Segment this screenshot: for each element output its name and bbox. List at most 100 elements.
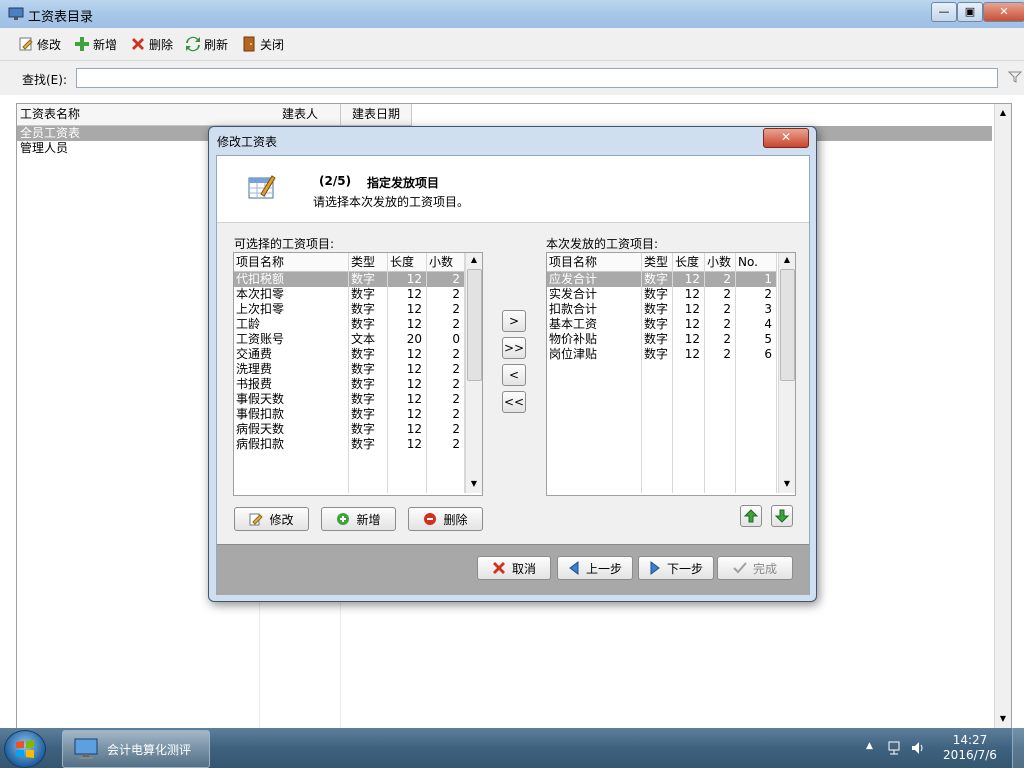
scroll-thumb[interactable] <box>467 269 482 381</box>
list-column-header[interactable]: No. <box>738 253 758 271</box>
list-column-header[interactable]: 类型 <box>644 253 668 271</box>
list-item[interactable]: 事假扣款 数字 12 2 <box>234 407 464 422</box>
selected-items-list[interactable]: 项目名称 类型 长度 小数 No. 应发合计 数字 12 2 1 实发合计 数字 12 2 2 扣款合计 数字 1… <box>546 252 796 496</box>
list-item[interactable]: 实发合计 数字 12 2 2 <box>547 287 776 302</box>
cancel-x-icon <box>492 562 505 574</box>
scroll-up-icon[interactable]: ▲ <box>779 255 795 264</box>
dialog-close-button[interactable]: ✕ <box>763 128 809 148</box>
dialog-body: (2/5) 指定发放项目 请选择本次发放的工资项目。 可选择的工资项目: 项目名… <box>216 155 810 595</box>
move-left-button[interactable]: < <box>502 364 526 386</box>
scroll-up-icon[interactable]: ▲ <box>995 108 1011 117</box>
list-scrollbar[interactable]: ▲ ▼ <box>778 253 795 493</box>
add-button[interactable]: 新增 <box>74 35 117 53</box>
close-tool-button[interactable]: 关闭 <box>241 35 284 53</box>
delete-label: 删除 <box>149 37 174 52</box>
list-item[interactable]: 扣款合计 数字 12 2 3 <box>547 302 776 317</box>
available-items-list[interactable]: 项目名称 类型 长度 小数 代扣税额 数字 12 2 本次扣零 数字 12 2 上次扣零 数字 12 2 工龄数… <box>233 252 483 496</box>
filter-icon[interactable] <box>1008 70 1022 84</box>
edit-button[interactable]: 修改 <box>18 35 61 53</box>
list-cell: 12 <box>406 437 422 451</box>
move-right-button[interactable]: > <box>502 310 526 332</box>
scroll-down-icon[interactable]: ▼ <box>466 479 482 488</box>
move-down-button[interactable] <box>771 505 793 527</box>
minimize-button[interactable]: — <box>931 2 957 22</box>
list-item[interactable]: 工资账号 文本 20 0 <box>234 332 464 347</box>
item-add-button[interactable]: 新增 <box>321 507 396 531</box>
list-cell: 病假天数 <box>236 422 285 436</box>
list-cell: 书报费 <box>236 377 273 391</box>
item-delete-button[interactable]: 删除 <box>408 507 483 531</box>
list-cell: 数字 <box>644 332 669 346</box>
search-input[interactable] <box>76 68 998 88</box>
refresh-button[interactable]: 刷新 <box>185 35 228 53</box>
list-item[interactable]: 应发合计 数字 12 2 1 <box>547 272 776 287</box>
list-column-header[interactable]: 项目名称 <box>549 253 597 271</box>
list-column-header[interactable]: 小数 <box>707 253 731 271</box>
plus-icon <box>75 37 89 51</box>
list-column-header[interactable]: 类型 <box>351 253 375 271</box>
triangle-right-icon <box>650 561 660 575</box>
start-button[interactable] <box>4 730 46 768</box>
column-divider <box>704 253 705 493</box>
list-column-header[interactable]: 长度 <box>675 253 699 271</box>
list-cell: 数字 <box>644 287 669 301</box>
list-item[interactable]: 岗位津贴 数字 12 2 6 <box>547 347 776 362</box>
list-cell: 5 <box>764 332 772 346</box>
list-cell: 2 <box>723 347 731 361</box>
next-step-button[interactable]: 下一步 <box>638 556 714 580</box>
move-up-button[interactable] <box>740 505 762 527</box>
wizard-subtitle: 请选择本次发放的工资项目。 <box>313 195 470 209</box>
item-delete-label: 删除 <box>443 512 468 527</box>
list-cell: 6 <box>764 347 772 361</box>
scroll-up-icon[interactable]: ▲ <box>466 255 482 264</box>
list-item[interactable]: 工龄 数字 12 2 <box>234 317 464 332</box>
scroll-down-icon[interactable]: ▼ <box>995 714 1011 723</box>
list-item[interactable]: 洗理费 数字 12 2 <box>234 362 464 377</box>
column-header-date[interactable]: 建表日期 <box>341 104 412 126</box>
vertical-scrollbar[interactable]: ▲ ▼ <box>994 104 1011 729</box>
taskbar-app-item[interactable]: 会计电算化测评 <box>62 730 210 768</box>
move-all-left-button[interactable]: << <box>502 391 526 413</box>
list-column-header[interactable]: 长度 <box>390 253 414 271</box>
network-icon[interactable] <box>886 740 902 756</box>
list-cell: 20 <box>406 332 422 346</box>
finish-button[interactable]: 完成 <box>717 556 793 580</box>
list-item[interactable]: 代扣税额 数字 12 2 <box>234 272 464 287</box>
taskbar-clock[interactable]: 14:27 2016/7/6 <box>940 733 1000 763</box>
window-titlebar: 工资表目录 — ▣ ✕ <box>0 0 1024 29</box>
list-cell: 数字 <box>351 272 376 286</box>
list-cell: 物价补贴 <box>549 332 598 346</box>
cancel-button[interactable]: 取消 <box>477 556 551 580</box>
list-item[interactable]: 上次扣零 数字 12 2 <box>234 302 464 317</box>
move-all-right-button[interactable]: >> <box>502 337 526 359</box>
list-item[interactable]: 书报费 数字 12 2 <box>234 377 464 392</box>
list-item[interactable]: 本次扣零 数字 12 2 <box>234 287 464 302</box>
volume-icon[interactable] <box>910 740 926 756</box>
scroll-thumb[interactable] <box>780 269 795 381</box>
list-cell: 数字 <box>351 377 376 391</box>
show-desktop-button[interactable] <box>1012 728 1024 768</box>
scroll-down-icon[interactable]: ▼ <box>779 479 795 488</box>
dialog-title: 修改工资表 <box>217 135 278 149</box>
list-item[interactable]: 物价补贴 数字 12 2 5 <box>547 332 776 347</box>
list-item[interactable]: 交通费 数字 12 2 <box>234 347 464 362</box>
maximize-button[interactable]: ▣ <box>957 2 983 22</box>
list-item[interactable]: 事假天数 数字 12 2 <box>234 392 464 407</box>
prev-step-button[interactable]: 上一步 <box>557 556 633 580</box>
list-item[interactable]: 病假天数 数字 12 2 <box>234 422 464 437</box>
item-edit-button[interactable]: 修改 <box>234 507 309 531</box>
list-column-header[interactable]: 小数 <box>429 253 453 271</box>
list-scrollbar[interactable]: ▲ ▼ <box>465 253 482 493</box>
list-cell: 上次扣零 <box>236 302 285 316</box>
column-header-creator[interactable]: 建表人 <box>260 104 341 126</box>
list-cell: 事假扣款 <box>236 407 285 421</box>
delete-button[interactable]: 删除 <box>130 35 173 53</box>
list-cell: 本次扣零 <box>236 287 285 301</box>
column-header-name[interactable]: 工资表名称 <box>17 104 263 126</box>
list-item[interactable]: 基本工资 数字 12 2 4 <box>547 317 776 332</box>
list-item[interactable]: 病假扣款 数字 12 2 <box>234 437 464 452</box>
list-column-header[interactable]: 项目名称 <box>236 253 284 271</box>
close-button[interactable]: ✕ <box>983 2 1024 22</box>
list-cell: 数字 <box>644 302 669 316</box>
tray-expand-icon[interactable]: ▲ <box>866 741 873 751</box>
